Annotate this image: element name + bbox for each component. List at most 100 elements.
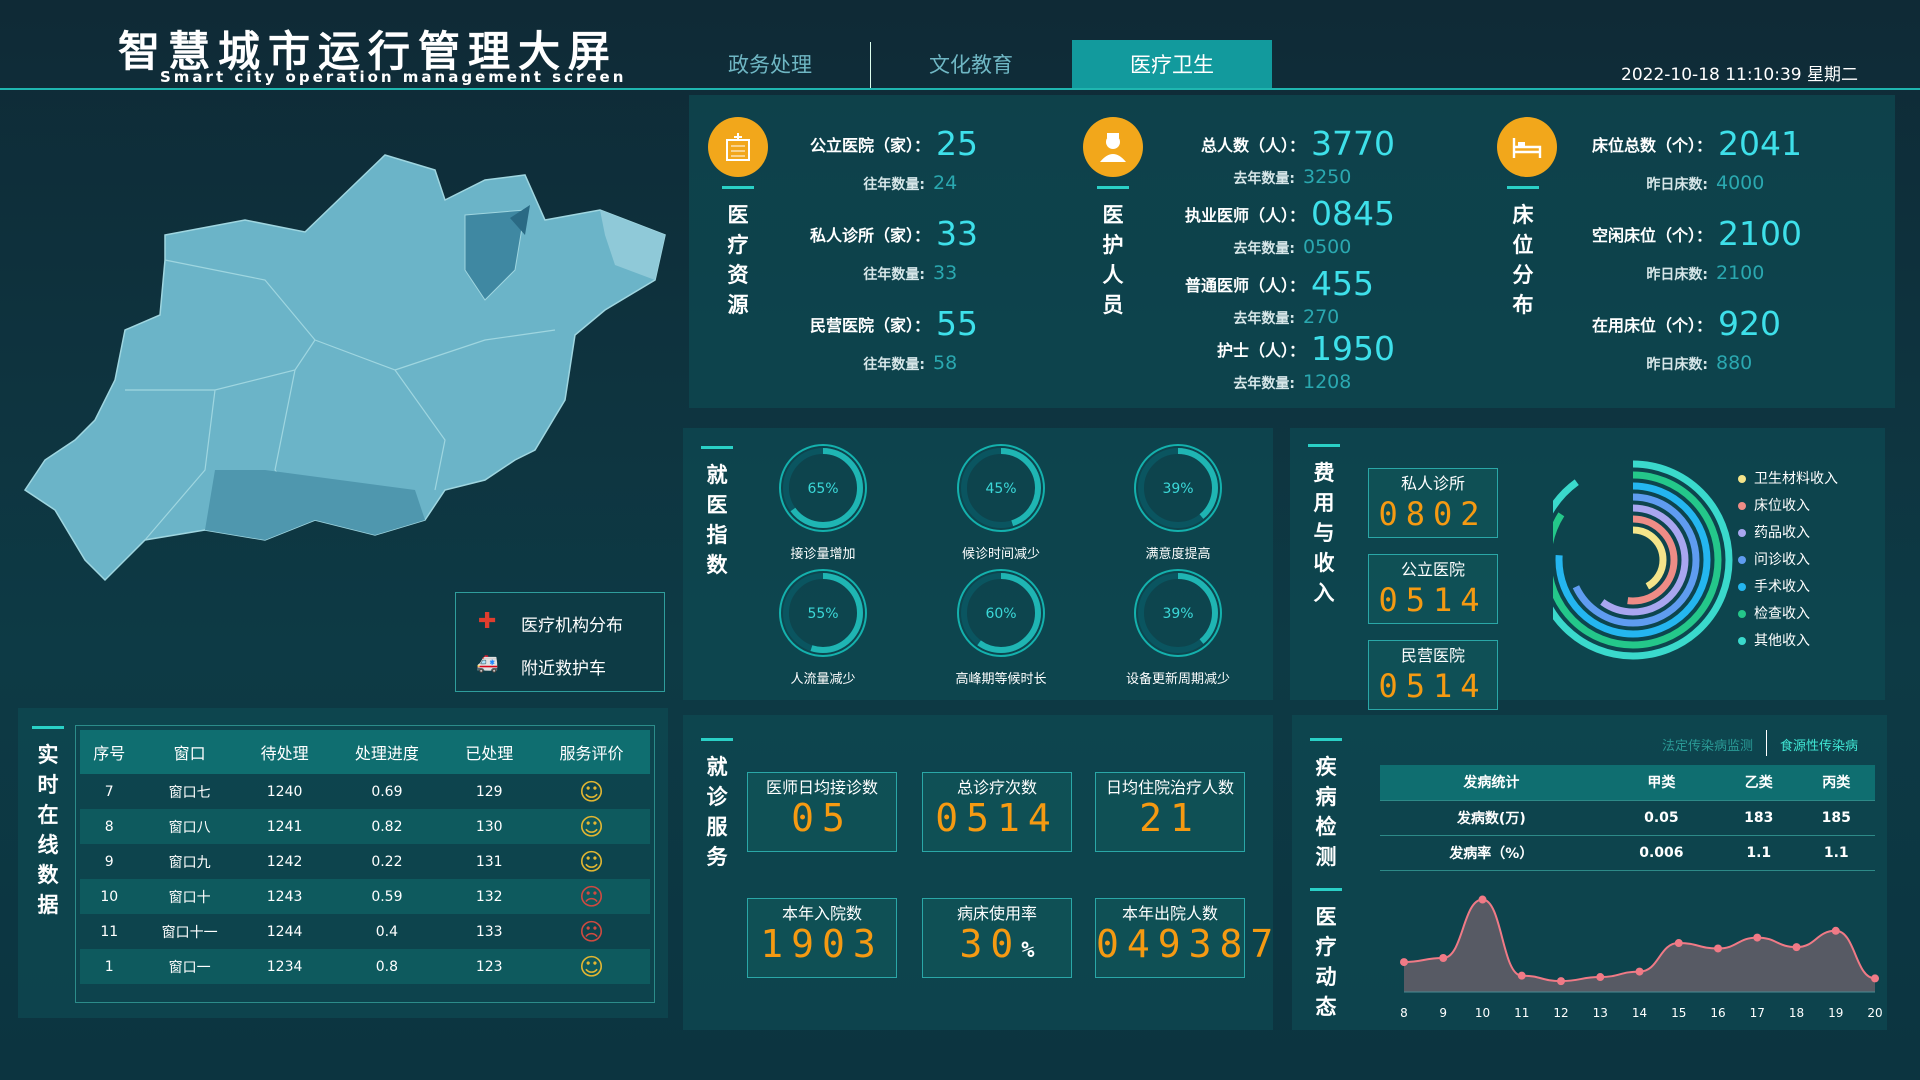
stat-row: 私人诊所（家）：: [810, 222, 930, 246]
income-legend-item[interactable]: 药品收入: [1738, 522, 1810, 542]
index-gauge[interactable]: 45%: [953, 440, 1053, 536]
realtime-table-wrap[interactable]: 序号 窗口 待处理 处理进度 已处理 服务评价 7 窗口七 1240 0.69 129 ☺…: [75, 725, 655, 1003]
x-tick-label: 20: [1867, 1006, 1882, 1020]
fee-box-value: 0802: [1378, 495, 1488, 533]
legend-dot: [1738, 556, 1746, 564]
fee-box[interactable]: 私人诊所 0802: [1368, 468, 1498, 538]
index-gauge[interactable]: 55%: [775, 565, 875, 661]
income-legend-item[interactable]: 手术收入: [1738, 576, 1810, 596]
gauge-label: 接诊量增加: [790, 547, 856, 562]
income-legend-item[interactable]: 检查收入: [1738, 603, 1810, 623]
frown-icon: ☹: [579, 917, 605, 946]
stat-row: 在用床位（个）：: [1592, 312, 1712, 336]
page-subtitle: Smart city operation management screen: [160, 68, 627, 86]
smile-icon: ☺: [579, 952, 605, 981]
stat-value: 55: [936, 304, 978, 343]
table-cell: 0.05: [1602, 800, 1721, 836]
disease-table: 发病统计 甲类 乙类 丙类 发病数(万) 0.05 183 185 发病率（%）…: [1380, 765, 1875, 871]
gauge-percent: 39%: [1162, 606, 1193, 622]
ambulance-icon[interactable]: 🚑: [476, 653, 498, 674]
map-legend: ✚ 医疗机构分布 🚑 附近救护车: [455, 592, 665, 692]
income-ring-chart[interactable]: [1553, 460, 1753, 660]
stat-label: 护士（人）：: [1216, 341, 1305, 360]
stat-label: 在用床位（个）：: [1591, 316, 1712, 335]
index-gauge[interactable]: 39%: [1130, 440, 1230, 536]
service-box[interactable]: 医师日均接诊数 05: [747, 772, 897, 852]
stat-sub-label: 往年数量:: [863, 357, 925, 373]
region-map[interactable]: [15, 140, 675, 590]
service-value: 1903: [760, 922, 884, 966]
stat-row: 公立医院（家）：: [810, 132, 930, 156]
index-gauge[interactable]: 65%: [775, 440, 875, 536]
table-row[interactable]: 11 窗口十一 1244 0.4 133 ☹: [80, 914, 650, 949]
trend-point: [1635, 967, 1644, 976]
service-box[interactable]: 本年入院数 1903: [747, 898, 897, 978]
service-box[interactable]: 病床使用率 30%: [922, 898, 1072, 978]
gauge-percent: 60%: [985, 606, 1016, 622]
table-row[interactable]: 9 窗口九 1242 0.22 131 ☺: [80, 844, 650, 879]
stat-sub-label: 去年数量:: [1233, 241, 1295, 257]
legend-dot: [1738, 583, 1746, 591]
table-row[interactable]: 发病率（%） 0.006 1.1 1.1: [1380, 835, 1875, 871]
table-row[interactable]: 1 窗口一 1234 0.8 123 ☺: [80, 949, 650, 984]
fee-box-label: 私人诊所: [1400, 474, 1465, 493]
table-cell: 窗口七: [168, 784, 211, 801]
legend-label: 床位收入: [1754, 498, 1810, 514]
section-title: 医疗动态: [1310, 888, 1342, 1022]
income-legend-item[interactable]: 卫生材料收入: [1738, 468, 1838, 488]
medical-cross-icon[interactable]: ✚: [478, 609, 496, 634]
index-gauge[interactable]: 39%: [1130, 565, 1230, 661]
table-row[interactable]: 8 窗口八 1241 0.82 130 ☺: [80, 809, 650, 844]
stat-sub-label: 往年数量:: [863, 267, 925, 283]
trend-point: [1674, 939, 1683, 948]
tab-government[interactable]: 政务处理: [670, 40, 870, 90]
trend-chart[interactable]: 8 9 10 11 12 13 14 15 16 17 18 19 20: [1380, 880, 1890, 1030]
income-legend-item[interactable]: 其他收入: [1738, 630, 1810, 650]
gauge-label: 满意度提高: [1145, 547, 1211, 562]
service-box-value: 21: [1096, 799, 1244, 844]
table-cell: 130: [475, 818, 503, 835]
table-cell: 1.1: [1720, 835, 1798, 871]
fee-box[interactable]: 民营医院 0514: [1368, 640, 1498, 710]
stat-row: 普通医师（人）：: [1185, 272, 1305, 296]
stat-value: 1950: [1311, 329, 1395, 368]
table-row[interactable]: 10 窗口十 1243 0.59 132 ☹: [80, 879, 650, 914]
legend-label[interactable]: 附近救护车: [521, 654, 606, 679]
smile-icon: ☺: [579, 777, 605, 806]
gauge-label: 高峰期等候时长: [955, 672, 1047, 687]
gauge-percent: 55%: [807, 606, 838, 622]
table-cell: 185: [1797, 800, 1875, 836]
service-box-value: 05: [748, 799, 896, 844]
rating-cell: ☺: [533, 844, 650, 879]
gauge-percent: 39%: [1162, 481, 1193, 497]
legend-label[interactable]: 医疗机构分布: [521, 611, 623, 636]
legend-dot: [1738, 637, 1746, 645]
stat-row: 总人数（人）：: [1201, 132, 1305, 156]
x-tick-label: 9: [1439, 1006, 1447, 1020]
tab-legal-infectious[interactable]: 法定传染病监测: [1662, 735, 1753, 754]
table-row[interactable]: 7 窗口七 1240 0.69 129 ☺: [80, 774, 650, 809]
table-header: 窗口: [173, 744, 206, 763]
table-row[interactable]: 发病数(万) 0.05 183 185: [1380, 800, 1875, 836]
fee-box-value: 0514: [1378, 581, 1488, 619]
trend-point: [1792, 943, 1801, 952]
service-panel: [683, 715, 1273, 1030]
rating-cell: ☺: [533, 809, 650, 844]
tab-foodborne[interactable]: 食源性传染病: [1780, 735, 1858, 754]
legend-dot: [1738, 529, 1746, 537]
service-box[interactable]: 本年出院人数 049387: [1095, 898, 1273, 978]
table-cell: 123: [475, 958, 503, 975]
service-box[interactable]: 总诊疗次数 0514: [922, 772, 1072, 852]
table-cell: 8: [104, 818, 114, 835]
fee-box[interactable]: 公立医院 0514: [1368, 554, 1498, 624]
nurse-icon: [1083, 117, 1143, 177]
income-legend-item[interactable]: 床位收入: [1738, 495, 1810, 515]
table-cell: 129: [475, 783, 503, 800]
x-tick-label: 12: [1553, 1006, 1568, 1020]
service-box[interactable]: 日均住院治疗人数 21: [1095, 772, 1245, 852]
tab-education[interactable]: 文化教育: [871, 40, 1071, 90]
index-gauge[interactable]: 60%: [953, 565, 1053, 661]
tab-medical[interactable]: 医疗卫生: [1072, 40, 1272, 90]
income-legend-item[interactable]: 问诊收入: [1738, 549, 1810, 569]
service-box-value: 049387: [1096, 925, 1273, 970]
